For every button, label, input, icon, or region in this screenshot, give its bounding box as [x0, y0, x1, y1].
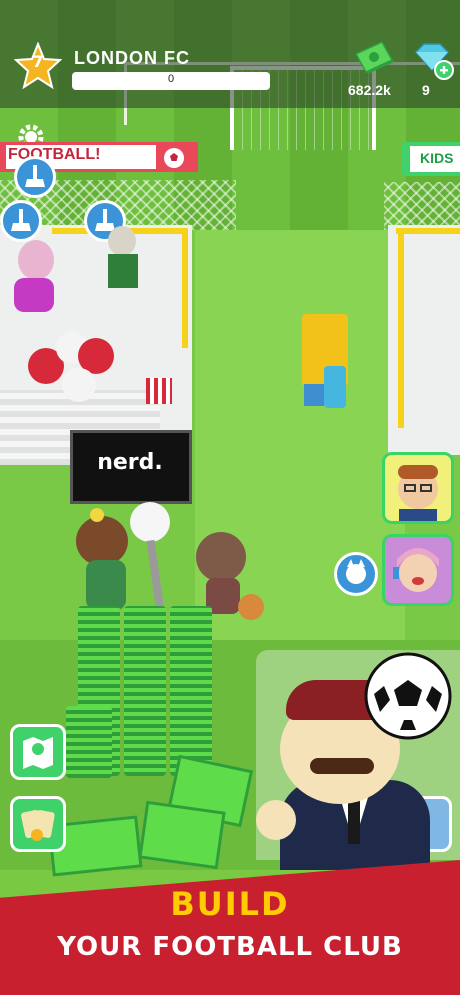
cards-icon	[21, 809, 55, 841]
gem-icon[interactable]	[410, 42, 454, 80]
cash-icon[interactable]	[352, 42, 398, 76]
broom-icon	[11, 209, 31, 231]
promo-banner	[0, 860, 460, 995]
cards-button[interactable]	[10, 796, 66, 852]
visitor-character	[76, 516, 128, 566]
xp-value: 0	[167, 73, 175, 85]
gem-amount: 9	[422, 82, 430, 98]
balloon	[62, 368, 96, 402]
bucket	[324, 366, 346, 408]
staff-card-manager[interactable]	[382, 452, 454, 524]
banner-title: BUILD	[170, 885, 290, 923]
club-name: LONDON FC	[74, 48, 190, 68]
pet-button[interactable]	[334, 552, 378, 596]
fan-character	[108, 226, 136, 256]
popcorn	[146, 378, 172, 404]
soccer-ball-icon	[164, 148, 184, 168]
soccer-ball-icon	[364, 652, 452, 740]
burger	[238, 594, 264, 620]
bucket	[304, 384, 324, 406]
cash-bundle	[138, 800, 226, 870]
dog-icon	[346, 559, 366, 584]
fan-character	[18, 240, 54, 280]
lamp	[130, 502, 170, 542]
fence-right	[384, 182, 460, 230]
clean-button-1[interactable]	[14, 156, 56, 198]
clean-button-2[interactable]	[0, 200, 42, 242]
staff-card-singer[interactable]	[382, 534, 454, 606]
player-character	[196, 532, 246, 582]
stand-sign-right-text: KIDS	[420, 150, 454, 166]
manager-portrait-icon	[398, 465, 438, 521]
broom-icon	[25, 165, 45, 187]
singer-portrait-icon	[393, 548, 439, 592]
cash-amount: 682.2k	[348, 82, 391, 98]
sponsor-text: nerd.	[97, 450, 163, 475]
player-level: 7	[32, 52, 44, 71]
map-icon	[23, 737, 53, 769]
map-button[interactable]	[10, 724, 66, 780]
banner-subtitle: YOUR FOOTBALL CLUB	[57, 932, 403, 962]
